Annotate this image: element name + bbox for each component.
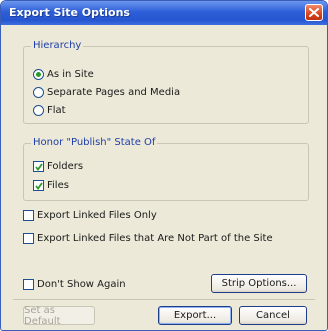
checkmark-icon xyxy=(35,181,43,190)
checkbox-label: Export Linked Files Only xyxy=(37,209,157,221)
radio-as-in-site[interactable]: As in Site xyxy=(33,67,94,81)
radio-button[interactable] xyxy=(33,86,44,98)
close-icon xyxy=(309,8,319,17)
radio-label: As in Site xyxy=(47,68,94,80)
radio-button[interactable] xyxy=(33,104,44,116)
hierarchy-legend: Hierarchy xyxy=(31,40,84,51)
strip-options-button[interactable]: Strip Options... xyxy=(211,274,307,293)
checkbox-dont-show-again[interactable]: Don't Show Again xyxy=(23,277,126,291)
checkbox-label: Files xyxy=(47,179,69,191)
checkbox[interactable] xyxy=(23,209,34,221)
radio-label: Separate Pages and Media xyxy=(47,86,181,98)
title-bar[interactable]: Export Site Options xyxy=(1,1,327,25)
cancel-button[interactable]: Cancel xyxy=(239,306,307,325)
radio-label: Flat xyxy=(47,104,66,116)
checkbox[interactable] xyxy=(33,179,44,191)
export-site-options-dialog: Export Site Options Hierarchy As in Site… xyxy=(0,0,328,331)
checkbox-export-linked-files-not-part[interactable]: Export Linked Files that Are Not Part of… xyxy=(23,231,273,245)
radio-button[interactable] xyxy=(33,68,44,80)
checkbox-folders[interactable]: Folders xyxy=(33,159,83,173)
radio-separate-pages-and-media[interactable]: Separate Pages and Media xyxy=(33,85,180,99)
radio-flat[interactable]: Flat xyxy=(33,103,66,117)
checkbox-files[interactable]: Files xyxy=(33,178,69,192)
dialog-title: Export Site Options xyxy=(9,6,130,19)
export-button[interactable]: Export... xyxy=(158,306,232,325)
publish-state-legend: Honor "Publish" State Of xyxy=(31,137,158,148)
checkbox-label: Don't Show Again xyxy=(37,278,126,290)
checkbox-export-linked-files-only[interactable]: Export Linked Files Only xyxy=(23,208,157,222)
set-as-default-button[interactable]: Set as Default xyxy=(23,305,95,327)
checkbox-label: Export Linked Files that Are Not Part of… xyxy=(37,232,273,244)
checkbox[interactable] xyxy=(23,278,34,290)
checkbox-label: Folders xyxy=(47,160,84,172)
checkbox[interactable] xyxy=(33,160,44,172)
close-button[interactable] xyxy=(305,4,323,21)
divider xyxy=(13,299,315,300)
checkmark-icon xyxy=(35,162,43,171)
checkbox[interactable] xyxy=(23,232,34,244)
